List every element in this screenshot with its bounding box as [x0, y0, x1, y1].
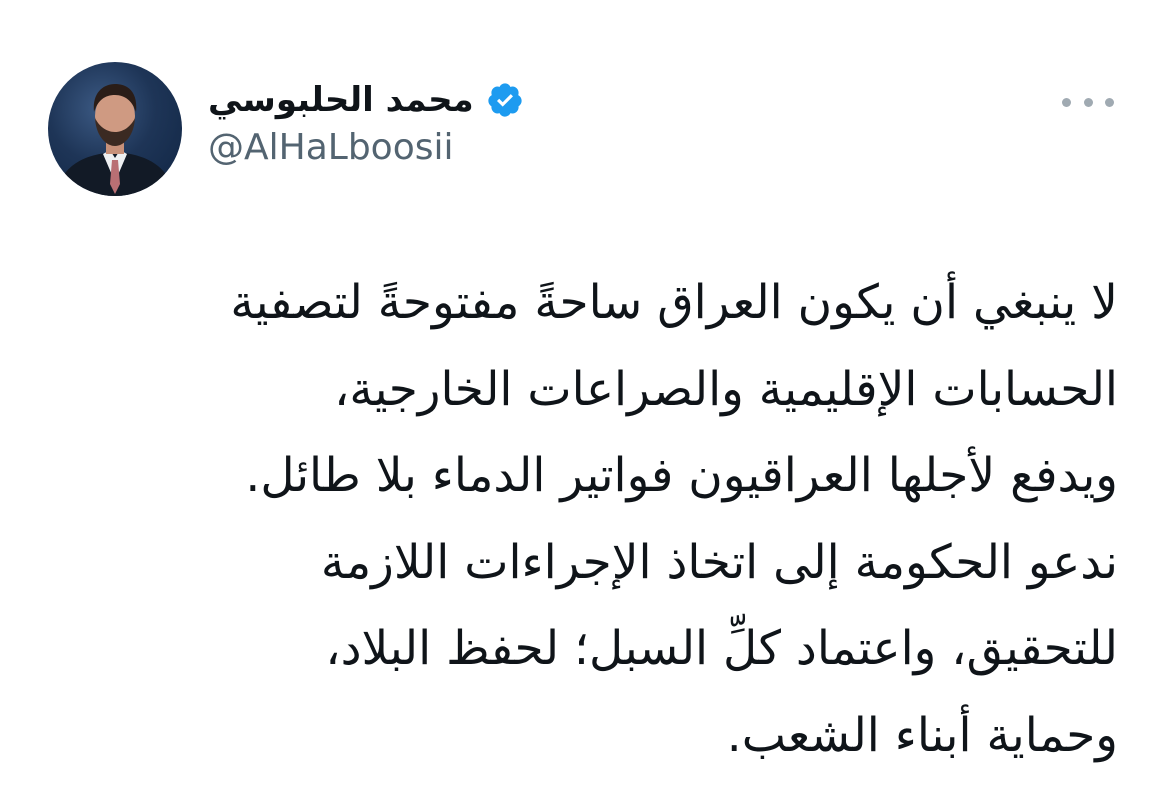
avatar[interactable]: [48, 62, 182, 196]
tweet-text-line: لا ينبغي أن يكون العراق ساحةً مفتوحةً لت…: [230, 275, 1118, 330]
tweet-text: لا ينبغي أن يكون العراق ساحةً مفتوحةً لت…: [38, 260, 1118, 779]
more-dot: [1105, 97, 1114, 107]
verified-badge-icon: [486, 81, 524, 119]
user-info[interactable]: محمد الحلبوسي @AlHaLboosii: [208, 72, 524, 168]
tweet-text-line: للتحقيق، واعتماد كلِّ السبل؛ لحفظ البلاد…: [325, 621, 1118, 676]
tweet-text-line: وحماية أبناء الشعب.: [726, 707, 1118, 763]
more-dot: [1083, 97, 1093, 107]
avatar-portrait: [56, 84, 174, 196]
tweet-header: محمد الحلبوسي @AlHaLboosii: [48, 62, 1122, 196]
tweet-text-line: ويدفع لأجلها العراقيون فواتير الدماء بلا…: [245, 448, 1118, 503]
display-name-row: محمد الحلبوسي: [208, 72, 524, 128]
tweet-text-line: الحسابات الإقليمية والصراعات الخارجية،: [334, 361, 1118, 417]
tweet-text-line: ندعو الحكومة إلى اتخاذ الإجراءات اللازمة: [320, 534, 1118, 590]
more-options-button[interactable]: [1062, 92, 1114, 112]
more-dot: [1062, 97, 1071, 107]
user-handle[interactable]: @AlHaLboosii: [208, 128, 524, 168]
display-name[interactable]: محمد الحلبوسي: [208, 72, 474, 128]
